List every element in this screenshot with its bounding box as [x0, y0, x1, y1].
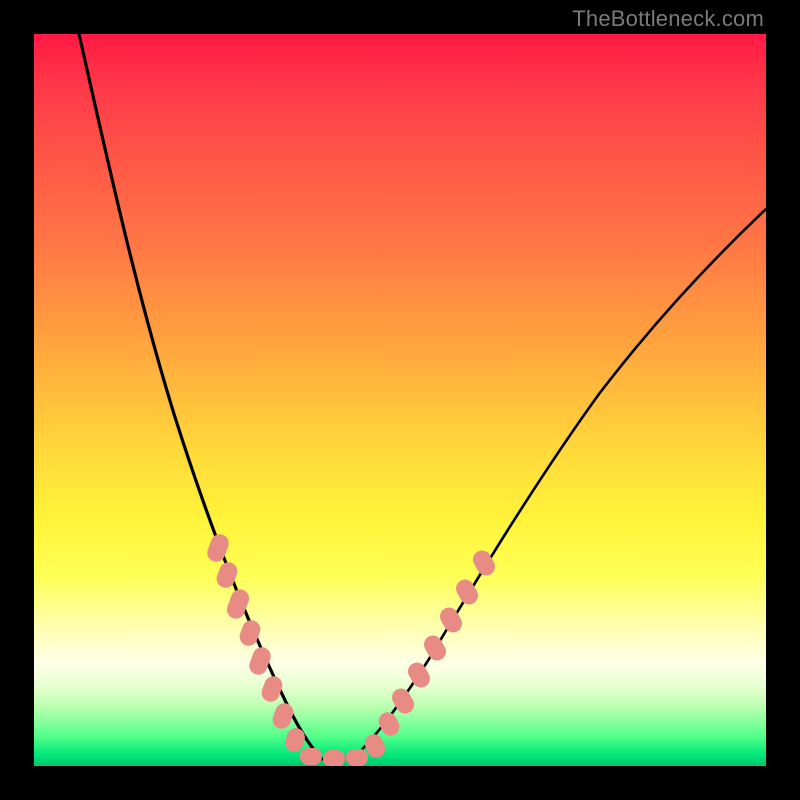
marker-band: [205, 532, 499, 766]
watermark-text: TheBottleneck.com: [572, 6, 764, 32]
chart-plot-area: [34, 34, 766, 766]
chart-svg: [34, 34, 766, 766]
chart-frame: TheBottleneck.com: [0, 0, 800, 800]
curve-left: [79, 34, 322, 759]
